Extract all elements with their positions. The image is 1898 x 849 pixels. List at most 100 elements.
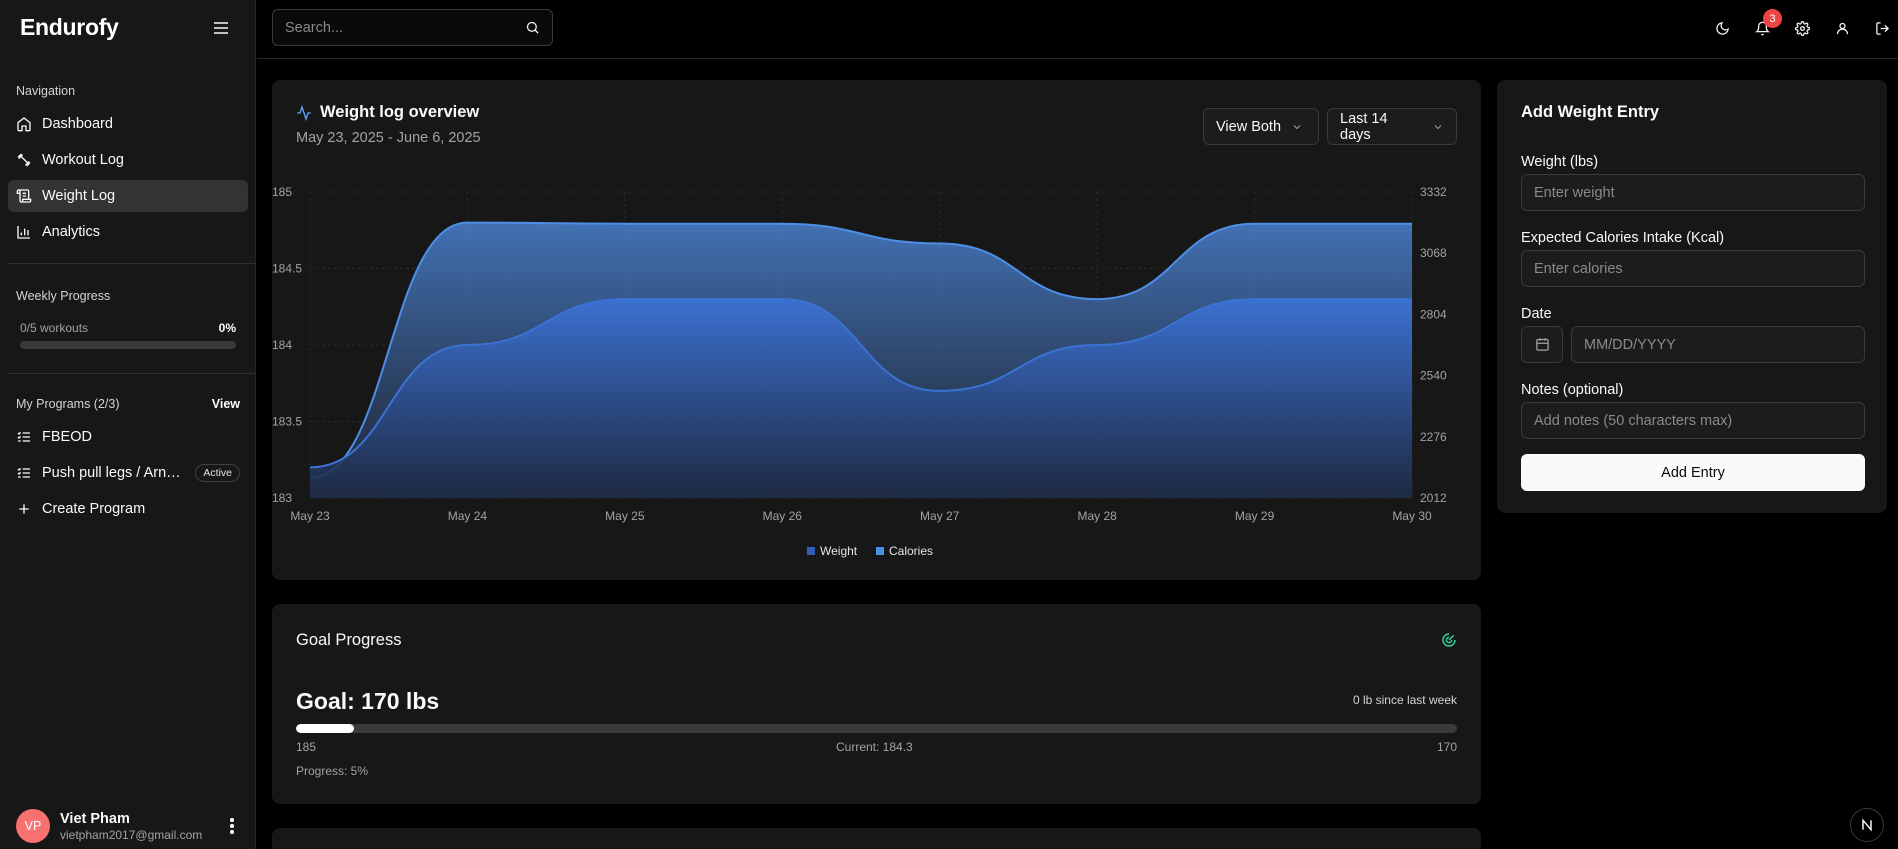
goal-weight: Goal: 170 lbs <box>296 688 440 714</box>
date-field[interactable] <box>1571 326 1865 363</box>
y-right-tick-label: 2012 <box>1420 491 1447 505</box>
search-input[interactable] <box>285 19 525 36</box>
goal-card-title: Goal Progress <box>296 631 402 649</box>
plus-icon <box>19 504 29 514</box>
more-vertical-icon[interactable] <box>224 818 240 834</box>
weekly-progress-bar <box>20 341 236 349</box>
y-left-tick-label: 184.5 <box>272 262 302 276</box>
notes-field[interactable] <box>1521 402 1865 439</box>
view-select-value: View Both <box>1216 118 1282 135</box>
legend-label-calories: Calories <box>889 544 933 558</box>
user-icon[interactable] <box>1830 16 1854 40</box>
sidebar-item-workout-log[interactable]: Workout Log <box>8 144 248 176</box>
x-tick-label: May 27 <box>920 509 960 523</box>
user-profile[interactable]: VP Viet Pham vietpham2017@gmail.com <box>16 807 240 845</box>
notification-count-badge: 3 <box>1763 9 1782 28</box>
program-label: FBEOD <box>42 429 92 445</box>
gear-icon[interactable] <box>1790 16 1814 40</box>
chevron-down-icon <box>1293 124 1301 129</box>
weight-log-overview-card: 185 184.5 184 183.5 183 3332 3068 2804 2540 2276 2… <box>272 80 1481 580</box>
program-item-push-pull-legs[interactable]: Push pull legs / Arnold Active <box>8 457 248 489</box>
list-checks-icon <box>17 431 30 442</box>
x-tick-label: May 24 <box>448 509 488 523</box>
x-tick-label: May 23 <box>290 509 330 523</box>
legend-swatch-weight <box>807 547 815 555</box>
app-brand[interactable]: Endurofy <box>20 14 119 41</box>
sidebar: Endurofy Navigation Dashboard Workout Lo… <box>0 0 256 849</box>
goal-since-last-week: 0 lb since last week <box>1352 693 1457 707</box>
range-select-value: Last 14 days <box>1340 110 1388 143</box>
add-entry-button[interactable]: Add Entry <box>1521 454 1865 491</box>
weight-calories-chart: 185 184.5 184 183.5 183 3332 3068 2804 2540 2276 2… <box>272 185 1447 558</box>
divider <box>8 373 256 374</box>
create-program-label: Create Program <box>42 501 146 517</box>
scroll-icon <box>16 189 32 203</box>
add-weight-entry-card: Add Weight Entry Weight (lbs) Expected C… <box>1497 80 1887 513</box>
view-select[interactable]: View Both <box>1203 108 1319 145</box>
programs-view-link[interactable]: View <box>212 397 240 411</box>
program-label: Push pull legs / Arnold <box>42 465 186 481</box>
weight-field[interactable] <box>1521 174 1865 211</box>
user-email: vietpham2017@gmail.com <box>60 827 203 842</box>
form-title: Add Weight Entry <box>1521 103 1660 121</box>
program-item-fbeod[interactable]: FBEOD <box>8 421 248 453</box>
x-tick-label: May 26 <box>763 509 803 523</box>
x-tick-label: May 29 <box>1235 509 1275 523</box>
y-right-tick-label: 3068 <box>1420 246 1447 260</box>
divider <box>8 263 256 264</box>
next-dev-indicator-icon[interactable] <box>1850 808 1884 842</box>
y-left-tick-label: 183 <box>272 491 292 505</box>
goal-progress-card: Goal Progress Goal: 170 lbs 0 lb since l… <box>272 604 1481 804</box>
create-program-button[interactable]: Create Program <box>8 493 248 525</box>
y-right-tick-label: 3332 <box>1420 185 1447 199</box>
weight-label: Weight (lbs) <box>1521 154 1599 170</box>
list-checks-icon <box>17 467 30 478</box>
search-icon[interactable] <box>525 20 540 35</box>
avatar: VP <box>16 809 50 843</box>
calendar-button[interactable] <box>1521 326 1563 363</box>
home-icon <box>17 117 31 132</box>
programs-title: My Programs (2/3) <box>16 397 120 411</box>
sidebar-item-label: Workout Log <box>42 152 124 168</box>
goal-current-weight: Current: 184.3 <box>836 740 913 754</box>
notes-label: Notes (optional) <box>1521 382 1624 398</box>
user-name: Viet Pham <box>60 810 130 827</box>
target-icon <box>1442 633 1456 647</box>
bell-icon[interactable]: 3 <box>1750 9 1782 40</box>
sidebar-item-dashboard[interactable]: Dashboard <box>8 108 248 140</box>
goal-target-weight: 170 <box>1436 740 1457 754</box>
y-right-tick-label: 2276 <box>1420 430 1447 444</box>
logout-icon[interactable] <box>1870 16 1894 40</box>
chart-date-range: May 23, 2025 - June 6, 2025 <box>296 130 481 146</box>
active-badge: Active <box>195 464 240 482</box>
sidebar-item-analytics[interactable]: Analytics <box>8 216 248 248</box>
weekly-progress-title: Weekly Progress <box>16 289 111 303</box>
calories-field[interactable] <box>1521 250 1865 287</box>
moon-icon[interactable] <box>1710 16 1734 40</box>
programs-header: My Programs (2/3) View <box>16 397 240 411</box>
sidebar-item-label: Analytics <box>42 224 101 240</box>
nav-section-title: Navigation <box>16 84 76 98</box>
weekly-workouts-count: 0/5 workouts <box>20 321 89 335</box>
top-bar: 3 <box>257 0 1898 59</box>
range-select[interactable]: Last 14 days <box>1327 108 1457 145</box>
dumbbell-icon <box>17 153 31 167</box>
weekly-progress-row: 0/5 workouts 0% <box>20 321 236 335</box>
sidebar-item-weight-log[interactable]: Weight Log <box>8 180 248 212</box>
bar-chart-icon <box>17 226 30 239</box>
date-label: Date <box>1521 306 1552 322</box>
x-tick-label: May 30 <box>1392 509 1432 523</box>
goal-progress-fill <box>296 724 355 733</box>
calendar-icon <box>1535 338 1549 351</box>
x-tick-label: May 25 <box>605 509 645 523</box>
menu-toggle-icon[interactable] <box>210 17 232 39</box>
user-text: Viet Pham vietpham2017@gmail.com <box>60 811 202 842</box>
goal-start-weight: 185 <box>296 740 317 754</box>
chart-title: Weight log overview <box>320 103 480 121</box>
weekly-percent: 0% <box>218 321 236 335</box>
y-right-tick-label: 2804 <box>1420 307 1447 321</box>
goal-progress-bar <box>296 724 1457 733</box>
legend-label-weight: Weight <box>820 544 858 558</box>
search-box[interactable] <box>272 9 553 46</box>
sidebar-item-label: Weight Log <box>42 188 116 204</box>
